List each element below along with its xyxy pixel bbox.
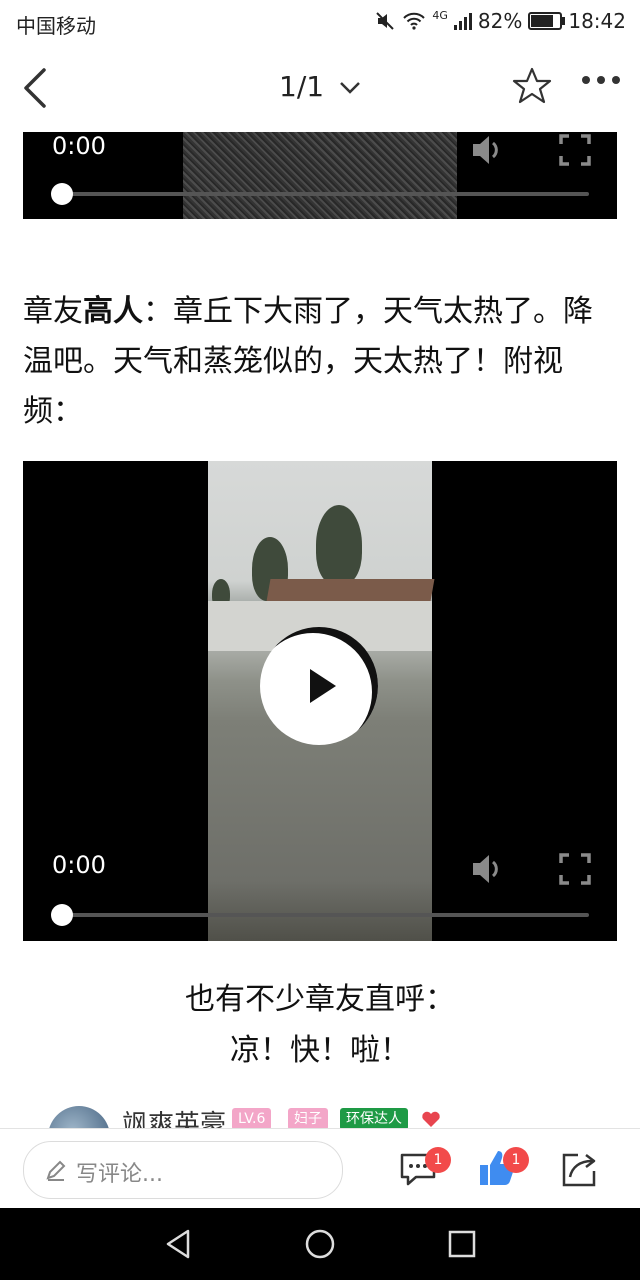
system-back-icon[interactable] [162,1228,194,1260]
video-time: 0:00 [52,132,106,160]
video-progress-track[interactable] [63,913,589,917]
video-frame [183,132,457,219]
video-player-main[interactable]: 0:00 [23,461,617,941]
status-icons: 4G 82% 18:42 [374,9,626,33]
paragraph-prefix: 章友 [23,294,83,329]
avatar[interactable] [48,1106,110,1128]
chevron-down-icon [340,82,360,94]
caption-line-1: 也有不少章友直呼： [185,982,455,1017]
user-badge-tag: 环保达人 [340,1108,408,1128]
user-level-tag: LV.6 [232,1108,272,1128]
system-nav-bar [0,1208,640,1280]
battery-percent: 82% [477,9,523,33]
system-recents-icon[interactable] [446,1228,478,1260]
fullscreen-icon[interactable] [557,132,593,168]
article-paragraph: 章友高人：章丘下大雨了，天气太热了。降温吧。天气和蒸笼似的，天太热了！附视频： [23,287,617,437]
paragraph-bold-name: 高人 [83,294,143,329]
volume-icon[interactable] [469,851,505,887]
user-tag: 妇子 [288,1108,328,1128]
wifi-icon [403,12,426,30]
article-content: 0:00 章友高人：章丘下大雨了，天气太热了。降温吧。天气和蒸笼似的，天太热了！… [0,132,640,1128]
heart-icon [422,1111,440,1127]
carrier-name: 中国移动 [16,14,96,38]
mute-icon [376,12,395,30]
like-count-badge: 1 [503,1147,529,1173]
bottom-action-bar: 写评论... 1 1 [0,1128,640,1209]
caption-line-2: 凉！快！啦！ [230,1033,410,1068]
star-icon[interactable] [512,66,552,106]
system-home-icon[interactable] [304,1228,336,1260]
network-type: 4G [432,9,448,22]
comment-username[interactable]: 飒爽英豪 [122,1104,226,1128]
video-player-top[interactable]: 0:00 [23,132,617,219]
clock: 18:42 [568,9,626,33]
share-icon[interactable] [556,1147,600,1191]
status-bar: 中国移动 4G 82% 18:42 [0,0,640,44]
video-progress-knob[interactable] [51,904,73,926]
comment-input[interactable]: 写评论... [23,1141,343,1199]
signal-icon [453,12,472,30]
comment-placeholder: 写评论... [76,1162,163,1187]
video-progress-knob[interactable] [51,183,73,205]
video-time: 0:00 [52,851,106,879]
play-button[interactable] [260,627,378,745]
top-nav: 1/1 [0,44,640,132]
more-options-icon[interactable] [582,76,620,84]
comment-preview[interactable]: 飒爽英豪 LV.6 妇子 环保达人 [48,1106,608,1128]
fullscreen-icon[interactable] [557,851,593,887]
volume-icon[interactable] [469,132,505,168]
page-indicator-label: 1/1 [279,70,325,103]
video-progress-track[interactable] [63,192,589,196]
pencil-icon [46,1160,66,1181]
battery-icon [528,12,566,30]
comment-count-badge: 1 [425,1147,451,1173]
